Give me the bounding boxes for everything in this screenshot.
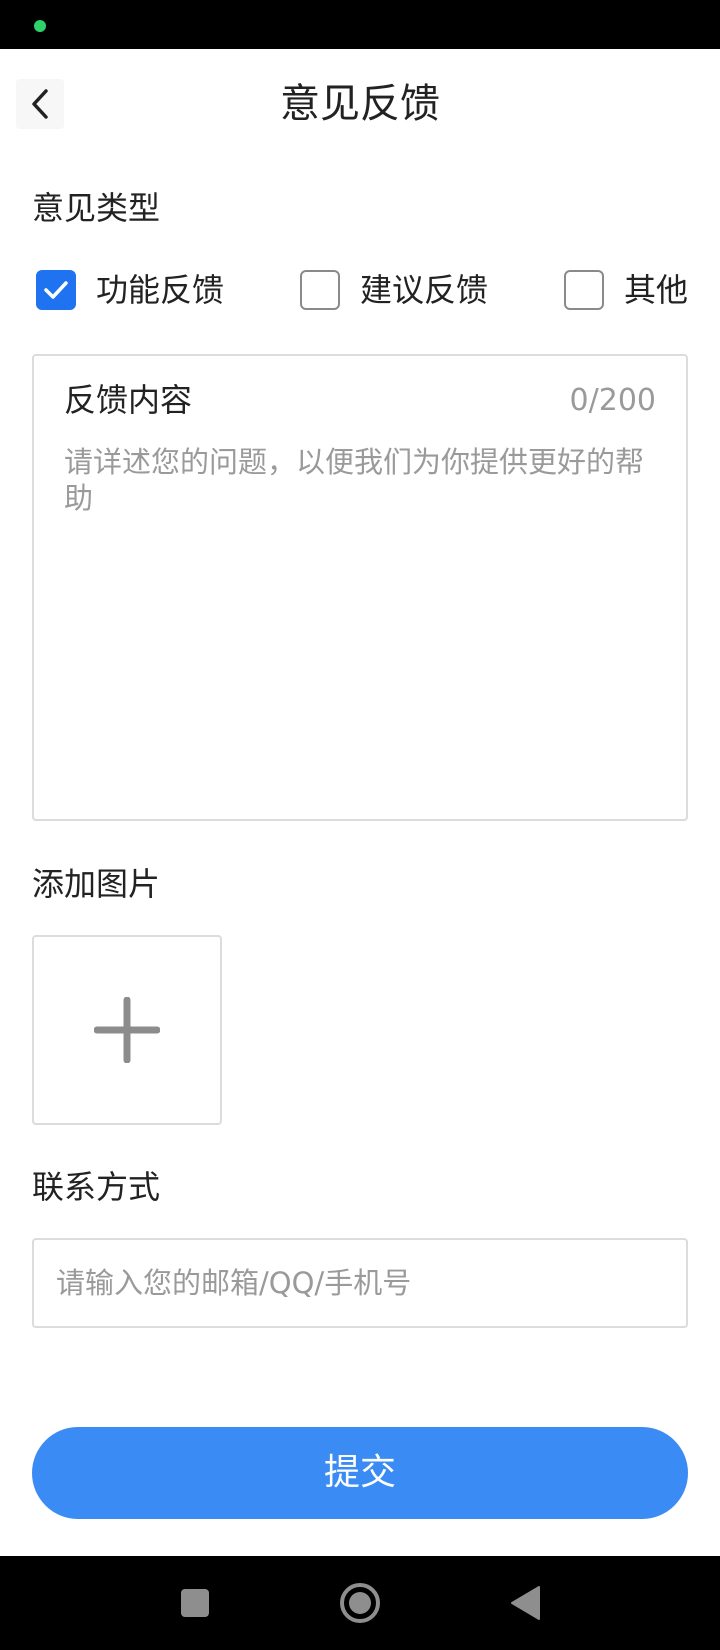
status-indicator-dot [34, 20, 46, 32]
option-other[interactable]: 其他 [564, 270, 688, 310]
checkmark-icon [44, 281, 68, 299]
contact-input[interactable] [32, 1238, 688, 1328]
add-image-label: 添加图片 [32, 865, 161, 903]
recent-apps-button[interactable] [170, 1578, 220, 1628]
plus-icon [94, 997, 160, 1063]
option-label: 建议反馈 [360, 271, 489, 309]
option-suggestion-feedback[interactable]: 建议反馈 [300, 270, 488, 310]
option-function-feedback[interactable]: 功能反馈 [36, 270, 224, 310]
back-triangle-icon [511, 1586, 540, 1620]
app-header: 意见反馈 [0, 49, 720, 161]
option-label: 其他 [624, 271, 689, 309]
page-title: 意见反馈 [280, 81, 440, 127]
submit-button[interactable]: 提交 [32, 1427, 688, 1519]
checkbox[interactable] [300, 270, 340, 310]
feedback-content-title: 反馈内容 [64, 381, 193, 419]
back-nav-button[interactable] [500, 1578, 550, 1628]
status-bar [0, 0, 720, 49]
feedback-type-options: 功能反馈 建议反馈 其他 [36, 270, 688, 310]
checkbox-checked[interactable] [36, 270, 76, 310]
feedback-content-textarea[interactable] [64, 444, 660, 794]
checkbox[interactable] [564, 270, 604, 310]
square-icon [181, 1589, 209, 1617]
feedback-type-label: 意见类型 [32, 189, 161, 227]
home-circle-icon [340, 1583, 380, 1623]
home-button[interactable] [335, 1578, 385, 1628]
char-counter: 0/200 [569, 383, 656, 418]
system-nav-bar [0, 1556, 720, 1650]
add-image-button[interactable] [32, 935, 222, 1125]
feedback-content-box: 反馈内容 0/200 [32, 354, 688, 821]
option-label: 功能反馈 [96, 271, 225, 309]
contact-label: 联系方式 [32, 1168, 161, 1206]
